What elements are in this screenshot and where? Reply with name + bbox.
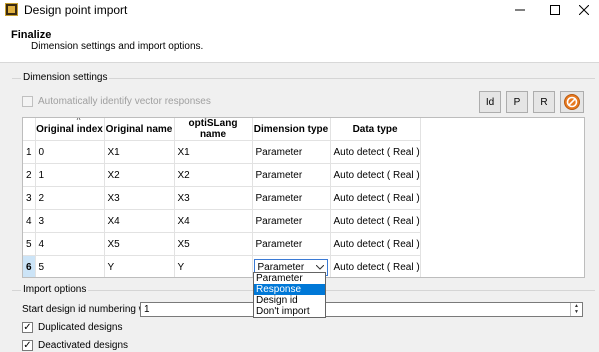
page-subtitle: Dimension settings and import options. xyxy=(31,41,204,52)
dimension-type-dropdown-list[interactable]: Parameter Response Design id Don't impor… xyxy=(253,272,326,318)
table-row-selected[interactable]: 6 5 Y Y Parameter Auto detect ( Real ) xyxy=(23,255,421,277)
cell-data-type[interactable]: Auto detect ( Real ) xyxy=(330,163,421,187)
column-header-optislang-name[interactable]: optiSLang name xyxy=(174,118,253,141)
checkbox-box[interactable] xyxy=(22,96,33,107)
cell-original-name[interactable]: X5 xyxy=(104,232,175,256)
cell-dimension-type[interactable]: Parameter xyxy=(252,232,331,256)
cell-original-index[interactable]: 2 xyxy=(35,186,105,210)
app-logo-icon xyxy=(5,3,18,16)
duplicated-designs-checkbox[interactable]: ✓ Duplicated designs xyxy=(22,322,123,333)
window-title: Design point import xyxy=(24,3,128,17)
do-not-import-button[interactable] xyxy=(560,91,584,113)
spin-down-icon[interactable]: ▼ xyxy=(571,309,582,315)
column-header-data-type[interactable]: Data type xyxy=(330,118,421,141)
cell-data-type[interactable]: Auto detect ( Real ) xyxy=(330,140,421,164)
auto-identify-label: Automatically identify vector responses xyxy=(38,96,211,107)
column-header-original-index[interactable]: ^ Original index xyxy=(35,117,105,141)
cell-data-type[interactable]: Auto detect ( Real ) xyxy=(330,209,421,233)
title-bar: Design point import xyxy=(0,0,599,20)
cell-optislang-name[interactable]: X4 xyxy=(174,209,253,233)
row-header[interactable]: 5 xyxy=(23,232,36,256)
start-design-id-value[interactable]: 1 xyxy=(144,304,150,315)
set-response-button[interactable]: R xyxy=(533,91,555,113)
start-design-id-spinbox[interactable]: 1 ▲ ▼ xyxy=(140,302,583,317)
cell-original-index[interactable]: 1 xyxy=(35,163,105,187)
table-row[interactable]: 2 1 X2 X2 Parameter Auto detect ( Real ) xyxy=(23,163,421,187)
cell-original-name[interactable]: X3 xyxy=(104,186,175,210)
set-id-button[interactable]: Id xyxy=(479,91,501,113)
cell-optislang-name[interactable]: X5 xyxy=(174,232,253,256)
cell-original-name[interactable]: X2 xyxy=(104,163,175,187)
set-parameter-button[interactable]: P xyxy=(506,91,528,113)
dimension-settings-label: Dimension settings xyxy=(21,72,110,83)
wizard-header: Finalize Dimension settings and import o… xyxy=(0,20,599,63)
minimize-icon xyxy=(515,9,525,11)
row-header[interactable]: 1 xyxy=(23,140,36,164)
cell-original-name[interactable]: Y xyxy=(104,255,175,277)
column-header-dimension-type[interactable]: Dimension type xyxy=(252,118,331,141)
start-design-id-label: Start design id numbering with: xyxy=(22,304,160,315)
row-header[interactable]: 6 xyxy=(23,255,36,277)
cell-original-index[interactable]: 3 xyxy=(35,209,105,233)
deactivated-designs-checkbox[interactable]: ✓ Deactivated designs xyxy=(22,340,128,351)
table-row[interactable]: 4 3 X4 X4 Parameter Auto detect ( Real ) xyxy=(23,209,421,233)
page-title: Finalize xyxy=(11,29,52,41)
maximize-button[interactable] xyxy=(540,0,570,20)
duplicated-designs-label: Duplicated designs xyxy=(38,322,123,333)
checkmark-icon[interactable]: ✓ xyxy=(22,322,33,333)
cell-original-name[interactable]: X1 xyxy=(104,140,175,164)
dimension-settings-group: Dimension settings xyxy=(12,72,595,83)
table-header-row: ^ Original index Original name optiSLang … xyxy=(23,117,421,141)
cell-optislang-name[interactable]: X1 xyxy=(174,140,253,164)
table-row[interactable]: 3 2 X3 X3 Parameter Auto detect ( Real ) xyxy=(23,186,421,210)
cell-optislang-name[interactable]: X2 xyxy=(174,163,253,187)
dimension-table[interactable]: ^ Original index Original name optiSLang … xyxy=(22,117,585,278)
cell-data-type[interactable]: Auto detect ( Real ) xyxy=(330,232,421,256)
chevron-down-icon xyxy=(315,264,324,270)
table-row[interactable]: 1 0 X1 X1 Parameter Auto detect ( Real ) xyxy=(23,140,421,164)
dropdown-option-design-id[interactable]: Design id xyxy=(254,295,325,306)
row-header[interactable]: 3 xyxy=(23,186,36,210)
close-icon xyxy=(579,5,589,15)
cell-dimension-type[interactable]: Parameter xyxy=(252,186,331,210)
deactivated-designs-label: Deactivated designs xyxy=(38,340,129,351)
cell-original-index[interactable]: 5 xyxy=(35,255,105,277)
corner-header xyxy=(23,118,36,141)
cell-original-name[interactable]: X4 xyxy=(104,209,175,233)
cell-data-type[interactable]: Auto detect ( Real ) xyxy=(330,186,421,210)
cell-optislang-name[interactable]: Y xyxy=(174,255,253,277)
dimension-type-select-value: Parameter xyxy=(257,261,305,273)
cell-original-index[interactable]: 0 xyxy=(35,140,105,164)
forbidden-icon xyxy=(564,94,580,110)
dropdown-option-dont-import[interactable]: Don't import xyxy=(254,306,325,317)
dropdown-option-parameter[interactable]: Parameter xyxy=(254,273,325,284)
spin-buttons[interactable]: ▲ ▼ xyxy=(570,303,582,316)
cell-data-type[interactable]: Auto detect ( Real ) xyxy=(330,255,421,277)
close-button[interactable] xyxy=(569,0,599,20)
row-header[interactable]: 4 xyxy=(23,209,36,233)
cell-original-index[interactable]: 4 xyxy=(35,232,105,256)
row-header[interactable]: 2 xyxy=(23,163,36,187)
column-header-original-name[interactable]: Original name xyxy=(104,118,175,141)
cell-optislang-name[interactable]: X3 xyxy=(174,186,253,210)
sort-indicator-icon: ^ xyxy=(76,117,81,124)
dropdown-option-response[interactable]: Response xyxy=(254,284,325,295)
cell-dimension-type[interactable]: Parameter xyxy=(252,209,331,233)
cell-dimension-type[interactable]: Parameter xyxy=(252,140,331,164)
auto-identify-checkbox[interactable]: Automatically identify vector responses xyxy=(22,96,211,107)
minimize-button[interactable] xyxy=(505,0,535,20)
checkmark-icon[interactable]: ✓ xyxy=(22,340,33,351)
import-options-label: Import options xyxy=(21,284,89,295)
cell-dimension-type[interactable]: Parameter xyxy=(252,163,331,187)
maximize-icon xyxy=(550,5,560,15)
table-row[interactable]: 5 4 X5 X5 Parameter Auto detect ( Real ) xyxy=(23,232,421,256)
